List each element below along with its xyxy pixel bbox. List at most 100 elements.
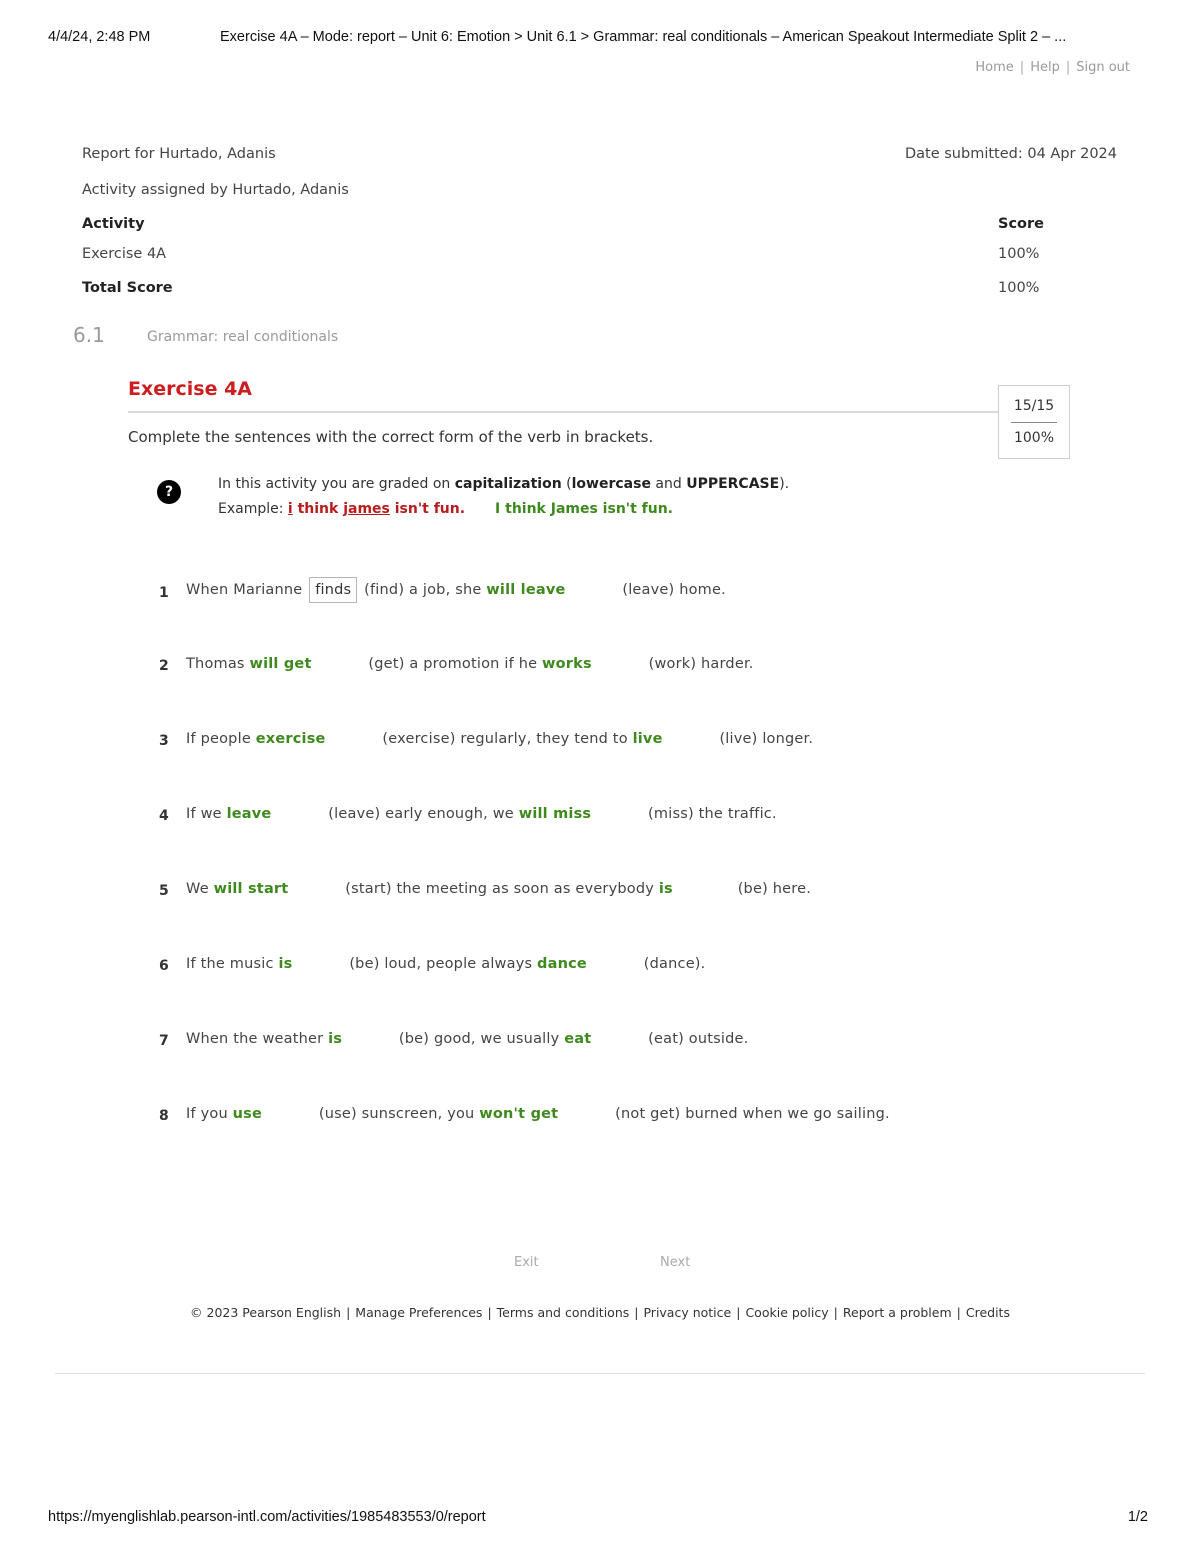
copyright: © 2023 Pearson English (190, 1305, 342, 1320)
unit-title: Grammar: real conditionals (147, 329, 339, 345)
question-number: 2 (159, 658, 169, 674)
note-text: and (650, 476, 687, 492)
print-timestamp: 4/4/24, 2:48 PM (48, 29, 151, 45)
footer-separator: | (634, 1305, 639, 1320)
question-row: If the music is (be) loud, people always… (186, 956, 705, 972)
question-text: (not get) burned when we go sailing. (615, 1106, 890, 1122)
exercise-title: Exercise 4A (128, 378, 253, 400)
capitalization-note: In this activity you are graded on capit… (218, 476, 789, 492)
answer-correct: exercise (255, 731, 326, 747)
note-text: ( (561, 476, 572, 492)
example-wrong-word: james (343, 501, 390, 517)
exercise-score-box: 15/15 100% (998, 385, 1070, 459)
privacy-link[interactable]: Privacy notice (643, 1305, 731, 1320)
question-number: 7 (159, 1033, 169, 1049)
question-text: Thomas (186, 656, 245, 672)
top-nav: Home | Help | Sign out (975, 60, 1130, 75)
example-correct-text: I think James isn't fun. (495, 501, 673, 517)
footer-links: © 2023 Pearson English | Manage Preference… (0, 1305, 1200, 1320)
answer-correct: live (632, 731, 663, 747)
answer-correct: eat (564, 1031, 592, 1047)
cookie-policy-link[interactable]: Cookie policy (745, 1305, 828, 1320)
score-divider (1011, 422, 1057, 423)
answer-field[interactable]: finds (309, 577, 358, 603)
question-text: (be) good, we usually (398, 1031, 560, 1047)
bottom-divider (55, 1373, 1145, 1374)
assigned-by: Activity assigned by Hurtado, Adanis (82, 182, 349, 198)
question-text: If you (186, 1106, 228, 1122)
question-text: (live) longer. (719, 731, 814, 747)
answer-correct: use (232, 1106, 263, 1122)
question-row: Thomas will get (get) a promotion if he … (186, 656, 754, 672)
nav-separator: | (1019, 60, 1025, 75)
exit-button[interactable]: Exit (514, 1255, 539, 1270)
note-text: ). (779, 476, 790, 492)
note-emphasis: UPPERCASE (686, 476, 780, 492)
date-submitted: Date submitted: 04 Apr 2024 (904, 146, 1117, 162)
question-text: When Marianne (186, 582, 303, 598)
question-text: If people (186, 731, 251, 747)
question-text: (dance). (643, 956, 706, 972)
report-for: Report for Hurtado, Adanis (82, 146, 276, 162)
total-score-value: 100% (998, 280, 1040, 296)
footer-separator: | (346, 1305, 351, 1320)
answer-correct: dance (537, 956, 587, 972)
question-number: 8 (159, 1108, 169, 1124)
question-text: (leave) early enough, we (328, 806, 514, 822)
answer-correct: is (328, 1031, 343, 1047)
footer-separator: | (487, 1305, 492, 1320)
score-column-header: Score (998, 216, 1044, 232)
terms-link[interactable]: Terms and conditions (497, 1305, 630, 1320)
question-row: When the weather is (be) good, we usuall… (186, 1031, 748, 1047)
note-emphasis: capitalization (454, 476, 562, 492)
help-question-icon[interactable]: ? (157, 480, 181, 504)
example-wrong-text: think (292, 501, 344, 517)
question-number: 6 (159, 958, 169, 974)
example-label: Example: (218, 501, 288, 517)
question-text: (leave) home. (622, 582, 726, 598)
next-button[interactable]: Next (660, 1255, 690, 1270)
answer-correct: will start (213, 881, 289, 897)
example-wrong-text: isn't fun. (389, 501, 466, 517)
question-text: (start) the meeting as soon as everybody (345, 881, 655, 897)
answer-correct: is (278, 956, 293, 972)
answer-correct: is (658, 881, 673, 897)
activity-score: 100% (998, 246, 1040, 262)
answer-correct: will miss (518, 806, 592, 822)
question-number: 5 (159, 883, 169, 899)
question-row: We will start (start) the meeting as soo… (186, 881, 811, 897)
exercise-instructions: Complete the sentences with the correct … (128, 428, 654, 446)
question-number: 4 (159, 808, 169, 824)
note-emphasis: lowercase (571, 476, 651, 492)
answer-correct: will leave (486, 582, 566, 598)
home-link[interactable]: Home (975, 60, 1013, 75)
question-text: (use) sunscreen, you (318, 1106, 475, 1122)
question-row: When Marianne finds (find) a job, she wi… (186, 577, 726, 603)
answer-correct: works (542, 656, 592, 672)
answer-correct: leave (226, 806, 272, 822)
question-row: If you use (use) sunscreen, you won't ge… (186, 1106, 890, 1122)
note-text: In this activity you are graded on (218, 476, 455, 492)
help-link[interactable]: Help (1030, 60, 1060, 75)
question-text: (eat) outside. (648, 1031, 749, 1047)
question-text: When the weather (186, 1031, 324, 1047)
question-text: (exercise) regularly, they tend to (382, 731, 628, 747)
total-score-label: Total Score (82, 280, 173, 296)
credits-link[interactable]: Credits (966, 1305, 1010, 1320)
question-text: If the music (186, 956, 274, 972)
activity-column-header: Activity (82, 216, 145, 232)
footer-separator: | (833, 1305, 838, 1320)
report-problem-link[interactable]: Report a problem (843, 1305, 952, 1320)
question-row: If people exercise (exercise) regularly,… (186, 731, 813, 747)
question-text: (work) harder. (648, 656, 754, 672)
unit-number: 6.1 (73, 323, 105, 347)
question-text: (find) a job, she (364, 582, 482, 598)
manage-preferences-link[interactable]: Manage Preferences (355, 1305, 482, 1320)
question-row: If we leave (leave) early enough, we wil… (186, 806, 777, 822)
question-number: 3 (159, 733, 169, 749)
question-number: 1 (159, 585, 169, 601)
question-text: If we (186, 806, 222, 822)
sign-out-link[interactable]: Sign out (1076, 60, 1130, 75)
capitalization-example: Example: i think james isn't fun. I think… (218, 501, 673, 517)
question-text: (miss) the traffic. (648, 806, 777, 822)
